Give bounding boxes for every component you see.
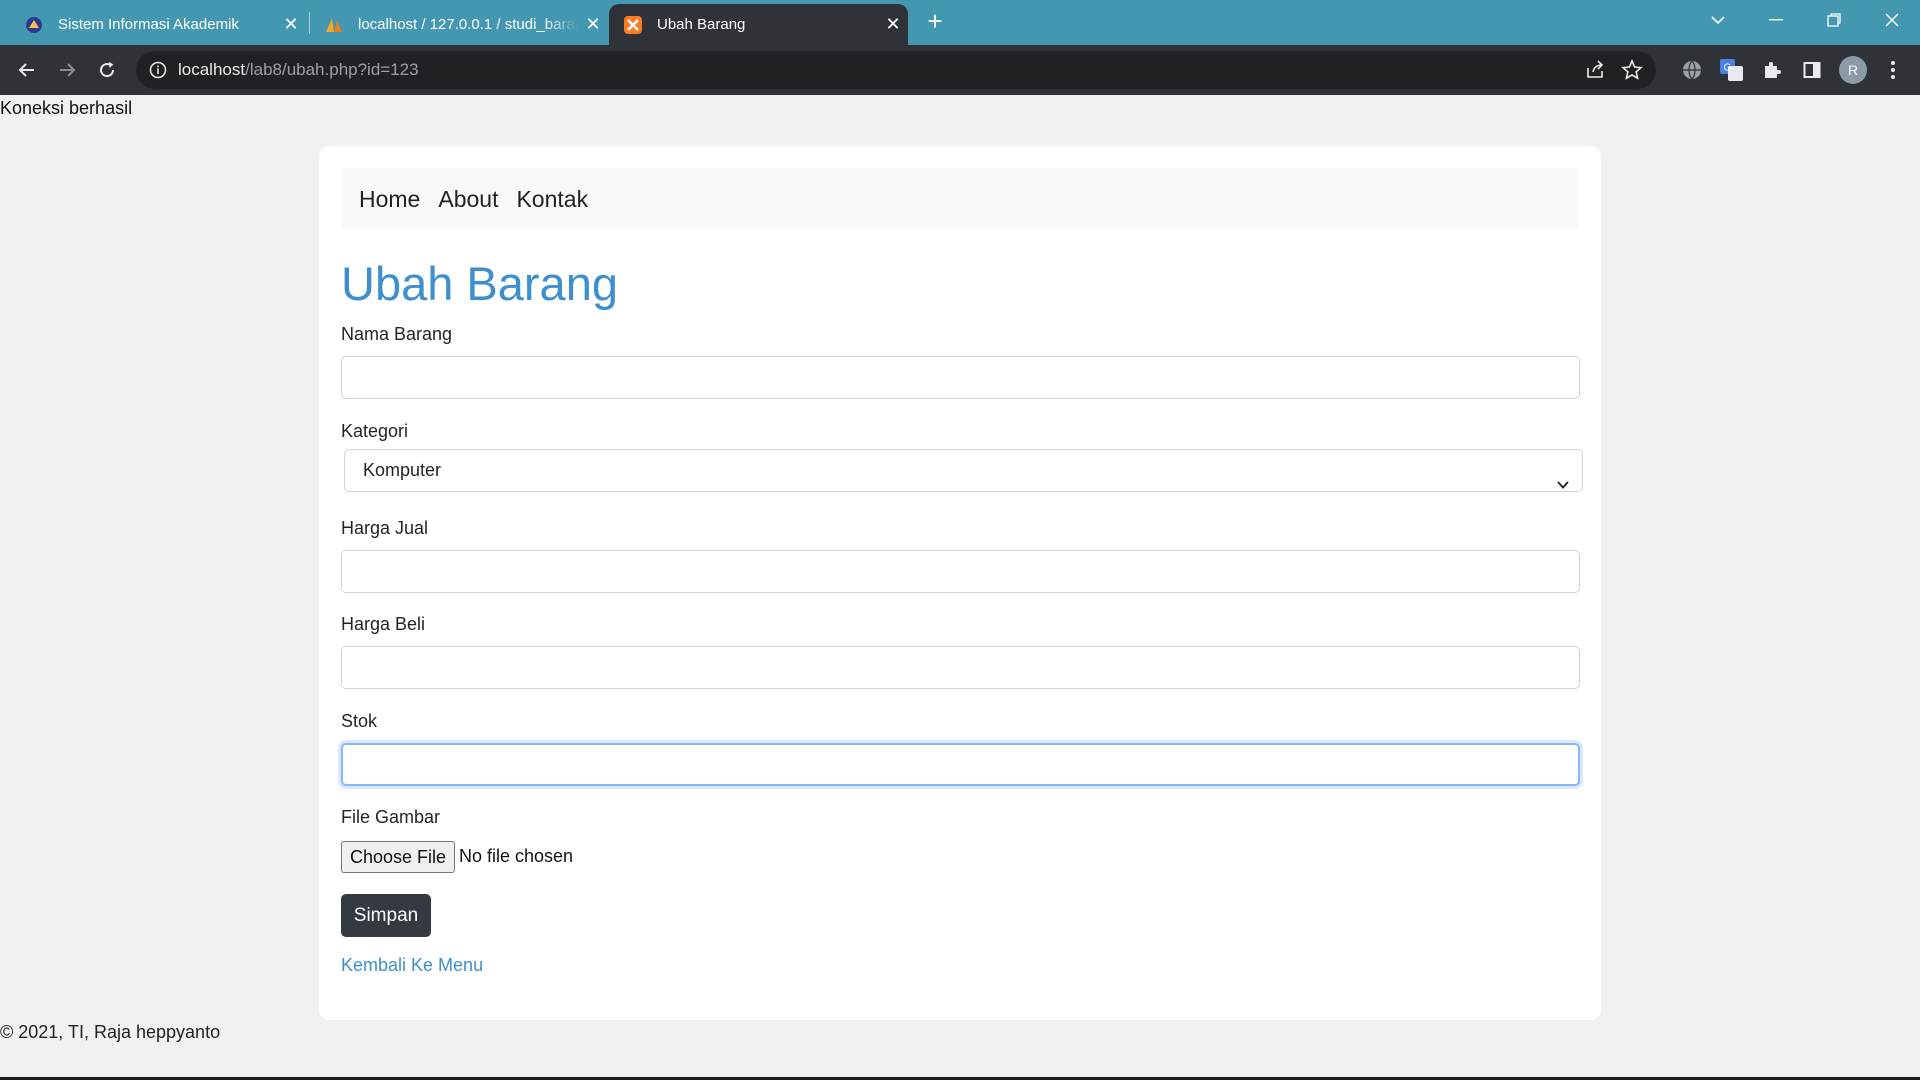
browser-toolbar: localhost/lab8/ubah.php?id=123 G R	[0, 45, 1920, 95]
url-text: localhost/lab8/ubah.php?id=123	[178, 60, 419, 79]
nama-barang-input[interactable]	[341, 356, 1580, 399]
file-status-text: No file chosen	[459, 846, 574, 866]
nav-about-link[interactable]: About	[438, 186, 498, 213]
close-window-icon[interactable]	[1864, 0, 1920, 40]
back-arrow-icon[interactable]	[11, 54, 43, 86]
close-icon[interactable]: ✕	[878, 14, 908, 35]
back-to-menu-link[interactable]: Kembali Ke Menu	[341, 955, 483, 976]
harga-jual-input[interactable]	[341, 550, 1580, 593]
globe-extension-icon[interactable]	[1679, 57, 1705, 83]
close-icon[interactable]: ✕	[276, 14, 306, 35]
footer-copyright: © 2021, TI, Raja heppyanto	[0, 1022, 221, 1042]
file-gambar-label: File Gambar	[341, 807, 441, 827]
connection-status-text: Koneksi berhasil	[0, 98, 133, 118]
tab-title: Ubah Barang	[657, 16, 746, 33]
browser-tab-strip: Sistem Informasi Akademik ✕ localhost / …	[0, 0, 1920, 45]
xampp-icon	[623, 15, 643, 35]
reload-icon[interactable]	[91, 54, 123, 86]
bookmark-star-icon[interactable]	[1620, 58, 1644, 82]
menu-kebab-icon[interactable]	[1880, 57, 1906, 83]
extensions-puzzle-icon[interactable]	[1759, 57, 1785, 83]
harga-beli-label: Harga Beli	[341, 614, 426, 634]
tab-phpmyadmin[interactable]: localhost / 127.0.0.1 / studi_barang ✕	[312, 4, 608, 45]
page-title: Ubah Barang	[341, 257, 618, 310]
site-info-icon[interactable]	[148, 60, 168, 80]
nama-barang-label: Nama Barang	[341, 324, 453, 344]
tab-sistem-informasi-akademik[interactable]: Sistem Informasi Akademik ✕	[0, 4, 306, 45]
nav-home-link[interactable]: Home	[359, 186, 420, 213]
translate-icon[interactable]: G	[1719, 57, 1745, 83]
kategori-label: Kategori	[341, 421, 409, 441]
tab-title: localhost / 127.0.0.1 / studi_barang	[358, 16, 578, 33]
tab-title: Sistem Informasi Akademik	[58, 16, 239, 33]
kategori-selected-value: Komputer	[363, 460, 442, 480]
share-icon[interactable]	[1584, 59, 1606, 81]
harga-beli-input[interactable]	[341, 646, 1580, 689]
svg-text:G: G	[1724, 63, 1732, 74]
form-card: Home About Kontak Ubah Barang Nama Baran…	[319, 146, 1601, 1020]
stok-input[interactable]	[341, 743, 1580, 786]
tab-divider	[309, 12, 310, 34]
university-logo-icon	[24, 15, 44, 35]
minimize-icon[interactable]	[1748, 0, 1804, 40]
kategori-select[interactable]: Komputer	[344, 449, 1583, 492]
new-tab-button[interactable]: +	[920, 6, 950, 36]
profile-avatar[interactable]: R	[1839, 56, 1867, 84]
harga-jual-label: Harga Jual	[341, 518, 429, 538]
choose-file-button[interactable]: Choose File	[341, 841, 455, 873]
top-navbar: Home About Kontak	[341, 168, 1579, 230]
tab-search-chevron-icon[interactable]	[1690, 0, 1746, 40]
restore-icon[interactable]	[1806, 0, 1862, 40]
chevron-down-icon	[1556, 465, 1570, 489]
simpan-button[interactable]: Simpan	[341, 894, 431, 937]
tab-ubah-barang[interactable]: Ubah Barang ✕	[609, 4, 908, 45]
close-icon[interactable]: ✕	[578, 14, 608, 35]
side-panel-icon[interactable]	[1799, 57, 1825, 83]
forward-arrow-icon[interactable]	[51, 54, 83, 86]
address-bar[interactable]: localhost/lab8/ubah.php?id=123	[136, 51, 1656, 89]
phpmyadmin-sail-icon	[324, 15, 344, 35]
stok-label: Stok	[341, 711, 378, 731]
nav-kontak-link[interactable]: Kontak	[516, 186, 588, 213]
